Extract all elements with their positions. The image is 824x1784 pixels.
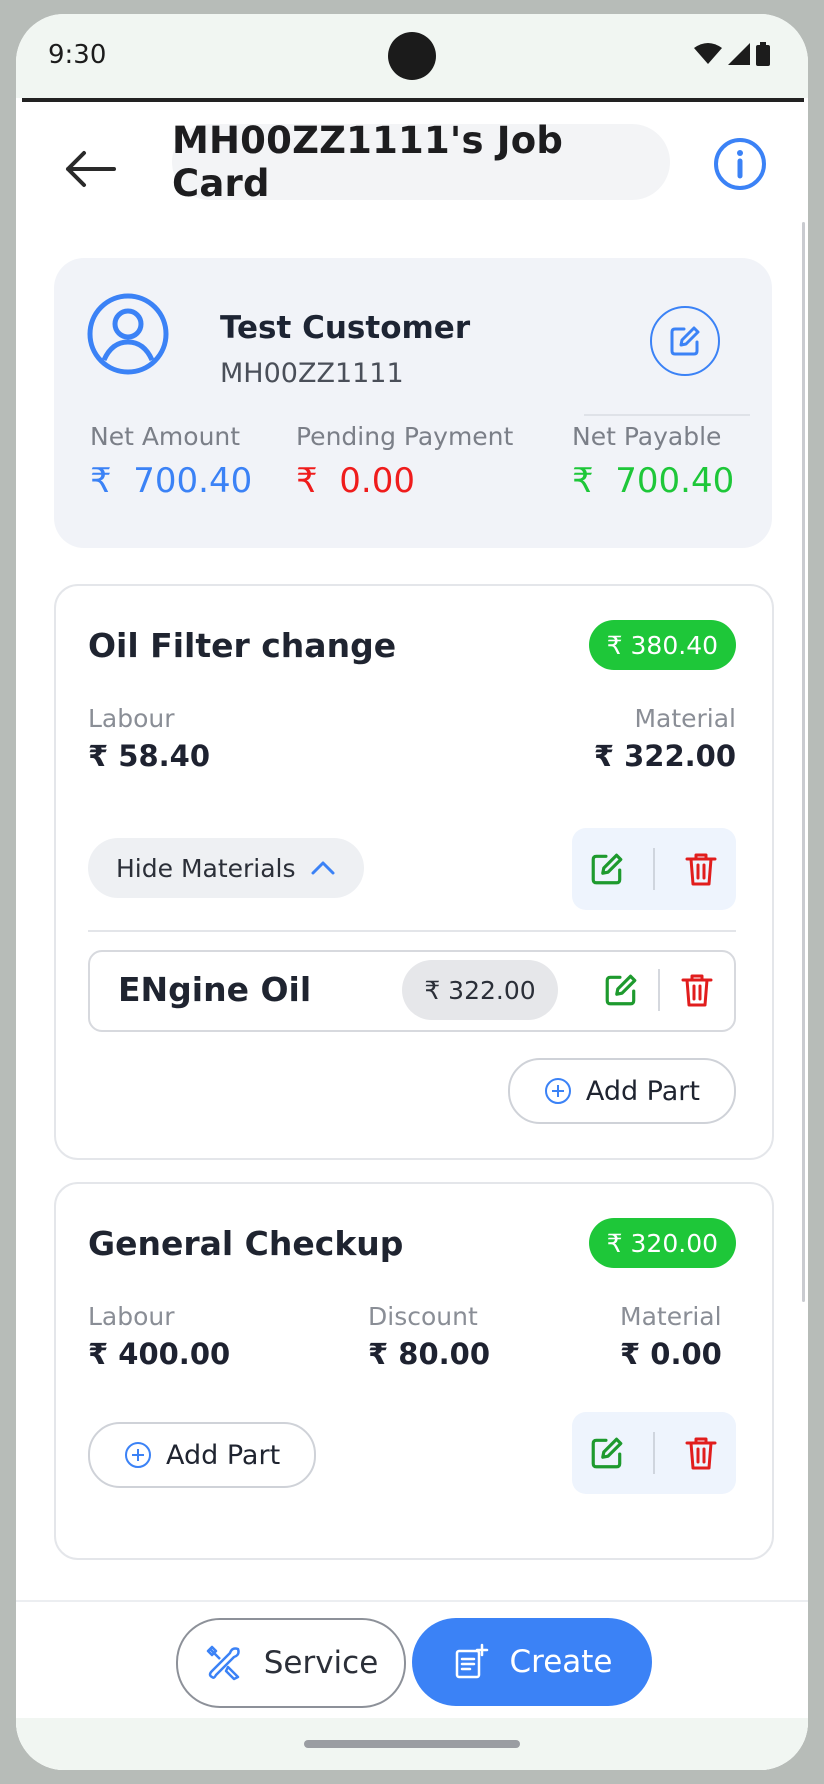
create-button[interactable]: Create <box>412 1618 652 1706</box>
plus-circle-icon <box>544 1078 571 1104</box>
net-amount-value: 700.40 <box>133 461 253 501</box>
trash-icon <box>685 1437 717 1470</box>
plus-circle-icon <box>125 1442 151 1468</box>
status-icons <box>694 42 770 66</box>
net-amount: Net Amount ₹ 700.40 <box>90 422 252 501</box>
trash-icon <box>685 853 717 886</box>
edit-icon <box>591 1437 623 1469</box>
front-camera <box>388 32 436 80</box>
separator <box>658 969 660 1011</box>
divider <box>88 930 736 932</box>
material-info: Material ₹ 322.00 <box>594 704 736 773</box>
delete-service-button[interactable] <box>676 1428 726 1478</box>
service-actions <box>572 828 736 910</box>
divider <box>584 414 750 416</box>
currency-symbol: ₹ <box>572 461 594 501</box>
trash-icon <box>681 974 713 1007</box>
info-icon <box>714 138 766 190</box>
labour-label: Labour <box>88 704 175 733</box>
home-indicator[interactable] <box>304 1740 520 1748</box>
edit-icon <box>670 326 700 356</box>
service-title: General Checkup <box>88 1224 404 1263</box>
delete-service-button[interactable] <box>676 844 726 894</box>
tools-icon <box>206 1645 240 1681</box>
edit-material-button[interactable] <box>596 965 646 1015</box>
add-part-label: Add Part <box>166 1439 281 1471</box>
page-title: MH00ZZ1111's Job Card <box>172 119 670 205</box>
service-price-badge: ₹ 320.00 <box>588 1218 736 1268</box>
status-divider <box>22 98 804 102</box>
net-payable-value: 700.40 <box>615 461 735 501</box>
net-amount-label: Net Amount <box>90 422 241 451</box>
material-name: ENgine Oil <box>118 970 312 1009</box>
chevron-up-icon <box>311 861 335 875</box>
status-time: 9:30 <box>48 40 107 70</box>
material-label: Material <box>634 704 736 733</box>
battery-icon <box>756 42 770 66</box>
service-card-general-checkup: General Checkup ₹ 320.00 Labour ₹ 400.00… <box>54 1182 774 1560</box>
vehicle-registration: MH00ZZ1111 <box>220 358 404 389</box>
wifi-icon <box>694 43 722 64</box>
delete-material-button[interactable] <box>672 965 722 1015</box>
net-payable: Net Payable ₹ 700.40 <box>572 422 734 501</box>
labour-value: ₹ 400.00 <box>88 1337 231 1371</box>
user-icon <box>87 293 169 375</box>
discount-value: ₹ 80.00 <box>368 1337 491 1371</box>
labour-info: Labour ₹ 400.00 <box>88 1302 230 1371</box>
service-button-label: Service <box>263 1645 379 1681</box>
material-price: ₹ 322.00 <box>402 960 558 1020</box>
separator <box>652 1432 655 1474</box>
create-button-label: Create <box>509 1644 613 1680</box>
phone-screen: 9:30 MH00ZZ1111's Job Card Test Customer… <box>16 14 808 1770</box>
labour-label: Labour <box>88 1302 175 1331</box>
separator <box>652 848 655 890</box>
net-payable-label: Net Payable <box>572 422 722 451</box>
discount-label: Discount <box>368 1302 478 1331</box>
avatar <box>86 292 170 376</box>
add-document-icon <box>456 1643 489 1679</box>
discount-info: Discount ₹ 80.00 <box>368 1302 490 1371</box>
service-title: Oil Filter change <box>88 626 397 665</box>
arrow-left-icon <box>66 151 116 187</box>
currency-symbol: ₹ <box>90 461 112 501</box>
back-button[interactable] <box>60 144 120 194</box>
service-price-badge: ₹ 380.40 <box>588 620 736 670</box>
material-item: ENgine Oil ₹ 322.00 <box>88 950 736 1032</box>
add-part-label: Add Part <box>585 1075 700 1107</box>
add-part-button[interactable]: Add Part <box>507 1058 736 1124</box>
hide-materials-label: Hide Materials <box>116 853 296 883</box>
edit-icon <box>591 853 623 885</box>
add-part-button[interactable]: Add Part <box>88 1422 317 1488</box>
hide-materials-button[interactable]: Hide Materials <box>88 838 364 898</box>
signal-icon <box>728 43 750 65</box>
edit-service-button[interactable] <box>582 1428 632 1478</box>
pending-payment-label: Pending Payment <box>296 422 514 451</box>
customer-name: Test Customer <box>220 310 471 346</box>
material-label: Material <box>620 1302 722 1331</box>
pending-payment: Pending Payment ₹ 0.00 <box>296 422 513 501</box>
pending-payment-value: 0.00 <box>339 461 415 501</box>
customer-card: Test Customer MH00ZZ1111 Net Amount ₹ 70… <box>54 258 772 548</box>
material-value: ₹ 322.00 <box>593 739 736 773</box>
currency-symbol: ₹ <box>296 461 318 501</box>
labour-info: Labour ₹ 58.40 <box>88 704 210 773</box>
edit-customer-button[interactable] <box>650 306 720 376</box>
service-button[interactable]: Service <box>176 1618 406 1708</box>
labour-value: ₹ 58.40 <box>88 739 211 773</box>
info-button[interactable] <box>712 136 768 192</box>
service-actions <box>572 1412 736 1494</box>
status-bar: 9:30 <box>16 14 808 98</box>
edit-service-button[interactable] <box>582 844 632 894</box>
service-card-oil-filter: Oil Filter change ₹ 380.40 Labour ₹ 58.4… <box>54 584 774 1160</box>
edit-icon <box>605 974 637 1006</box>
scrollbar[interactable] <box>802 222 805 1302</box>
material-value: ₹ 0.00 <box>620 1337 722 1371</box>
material-info: Material ₹ 0.00 <box>620 1302 722 1371</box>
